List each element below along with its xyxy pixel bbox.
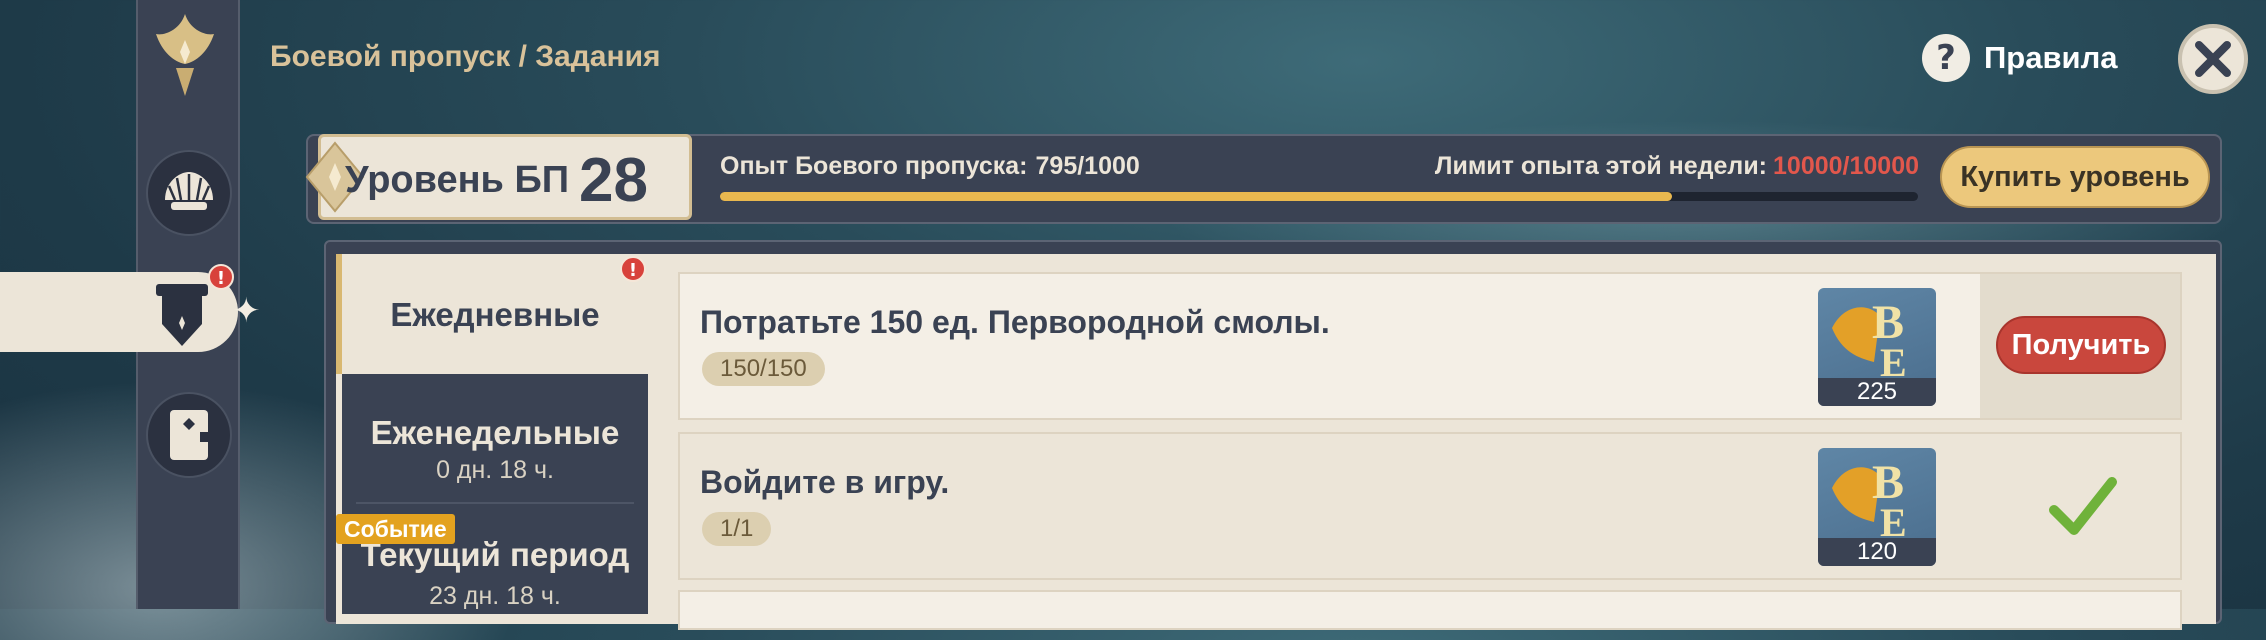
claim-button[interactable]: Получить <box>1996 316 2166 374</box>
close-icon <box>2195 41 2231 77</box>
breadcrumb: Боевой пропуск / Задания <box>270 40 661 73</box>
task-row <box>678 590 2182 630</box>
level-number: 28 <box>579 146 648 215</box>
tab-current-timer: 23 дн. 18 ч. <box>429 582 561 610</box>
tab-weekly-timer: 0 дн. 18 ч. <box>436 456 554 484</box>
weekly-limit-value: 10000/10000 <box>1773 152 1919 180</box>
rules-button[interactable]: ? Правила <box>1922 34 2118 82</box>
sidebar-item-rewards[interactable] <box>146 150 232 236</box>
svg-text:E: E <box>1880 340 1907 378</box>
emblem-icon[interactable] <box>150 10 220 100</box>
event-badge: Событие <box>336 514 455 544</box>
tab-divider <box>356 502 634 504</box>
task-title: Потратьте 150 ед. Первородной смолы. <box>700 304 1330 340</box>
exp-progress-bar <box>720 192 1918 201</box>
tab-weekly[interactable]: Еженедельные 0 дн. 18 ч. <box>342 374 648 502</box>
tab-daily-label: Ежедневные <box>390 296 600 333</box>
reward-item[interactable]: B E 120 <box>1818 448 1936 566</box>
quests-alert-badge: ! <box>208 264 234 290</box>
task-progress: 150/150 <box>702 352 825 386</box>
sparkle-icon: ✦ <box>232 291 261 331</box>
task-title: Войдите в игру. <box>700 464 950 500</box>
task-row: Войдите в игру. 1/1 B E 120 <box>678 432 2182 580</box>
svg-text:E: E <box>1880 500 1907 538</box>
sidebar-item-quests[interactable]: ✦ <box>0 272 261 352</box>
help-icon: ? <box>1922 34 1970 82</box>
battlepass-level: Уровень БП 28 <box>305 134 692 220</box>
level-label: Уровень БП <box>345 159 570 201</box>
reward-count: 225 <box>1818 378 1936 406</box>
exp-text: Опыт Боевого пропуска: 795/1000 <box>720 152 1140 181</box>
task-action: Получить <box>1980 274 2180 418</box>
book-icon <box>170 410 208 460</box>
tab-current-period[interactable]: Текущий период 23 дн. 18 ч. <box>342 536 648 611</box>
sidebar-item-journal[interactable] <box>146 392 232 478</box>
tab-weekly-label: Еженедельные <box>370 414 620 451</box>
rules-label: Правила <box>1984 40 2118 75</box>
tab-daily[interactable]: Ежедневные <box>336 254 648 374</box>
exp-label: Опыт Боевого пропуска: <box>720 152 1028 180</box>
reward-count: 120 <box>1818 538 1936 566</box>
weekly-limit-label: Лимит опыта этой недели: <box>1434 152 1768 180</box>
checkmark-icon <box>2049 477 2117 535</box>
buy-level-button[interactable]: Купить уровень <box>1940 146 2210 208</box>
bp-exp-icon: B E <box>1832 456 1907 545</box>
reward-item[interactable]: B E 225 <box>1818 288 1936 406</box>
daily-alert-badge: ! <box>620 256 646 282</box>
task-progress: 1/1 <box>702 512 772 546</box>
shell-icon <box>165 172 213 210</box>
task-row: Потратьте 150 ед. Первородной смолы. 150… <box>678 272 2182 420</box>
weekly-limit: Лимит опыта этой недели: 10000/10000 <box>1435 152 1919 181</box>
bp-exp-icon: B E <box>1832 296 1907 385</box>
quest-shield-icon <box>156 284 208 346</box>
exp-value: 795/1000 <box>1035 152 1140 180</box>
exp-progress-fill <box>720 192 1673 201</box>
close-button[interactable] <box>2178 24 2248 94</box>
